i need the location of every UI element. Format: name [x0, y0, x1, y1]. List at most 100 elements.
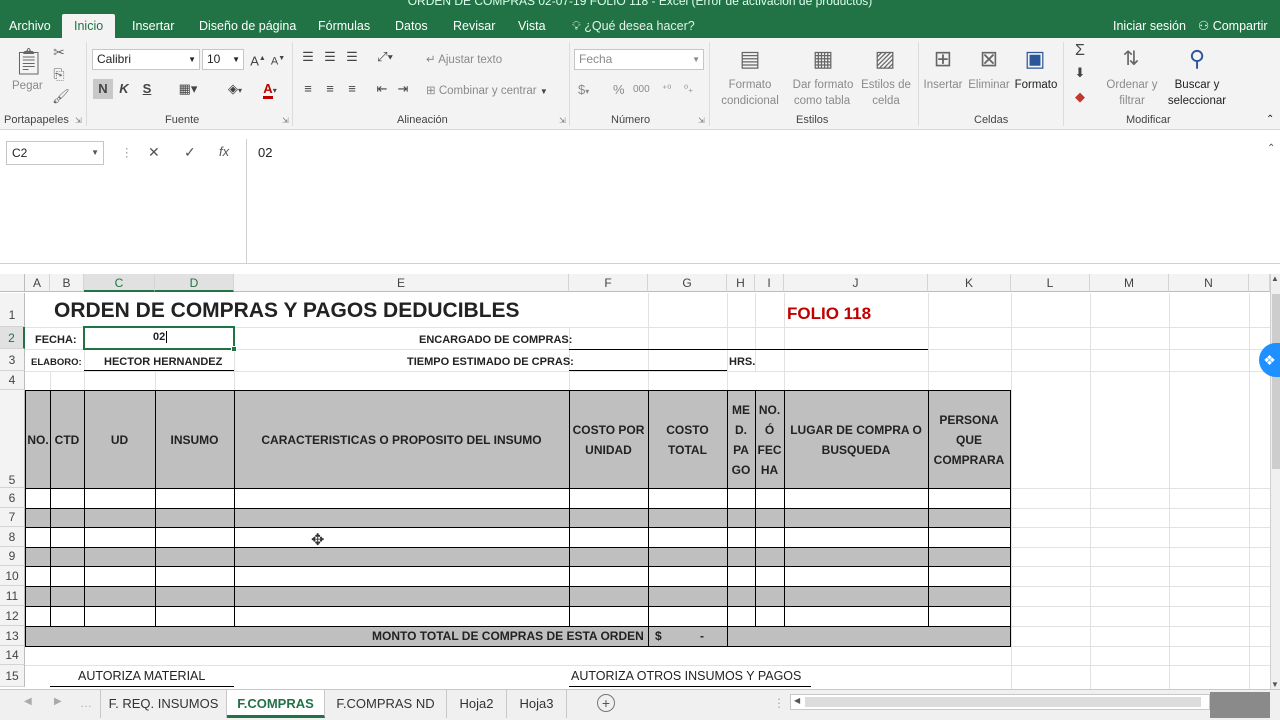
- grow-font-icon[interactable]: A▲: [248, 49, 268, 69]
- row-header[interactable]: 1: [0, 293, 25, 327]
- format-table-label-1[interactable]: Dar formato: [790, 79, 856, 91]
- column-header[interactable]: K: [928, 274, 1011, 292]
- conditional-format-label-1[interactable]: Formato: [726, 79, 774, 91]
- collapse-ribbon-icon[interactable]: ⌃: [1266, 114, 1274, 125]
- decrease-indent-icon[interactable]: ⇤: [372, 79, 392, 99]
- row-header[interactable]: 2: [0, 327, 25, 349]
- align-bottom-icon[interactable]: ☰: [342, 47, 362, 67]
- percent-button[interactable]: %: [613, 82, 625, 97]
- column-header[interactable]: N: [1169, 274, 1249, 292]
- tab-formulas[interactable]: Fórmulas: [318, 14, 370, 38]
- row-header[interactable]: 6: [0, 488, 25, 508]
- insert-cells-icon[interactable]: ⊞: [928, 44, 958, 74]
- row-header[interactable]: 5: [0, 390, 25, 488]
- find-select-label-1[interactable]: Buscar y: [1164, 79, 1230, 91]
- number-format-box[interactable]: Fecha ▼: [574, 49, 704, 70]
- align-right-icon[interactable]: ≡: [342, 79, 362, 99]
- sort-filter-label-2[interactable]: filtrar: [1102, 95, 1162, 107]
- clipboard-icon[interactable]: 📋︎: [12, 46, 45, 76]
- font-color-icon[interactable]: A▾: [255, 79, 285, 99]
- clear-eraser-icon[interactable]: ◆: [1070, 87, 1090, 107]
- row-header[interactable]: 12: [0, 606, 25, 626]
- sheet-tab[interactable]: Hoja3: [507, 690, 567, 718]
- sign-in-link[interactable]: Iniciar sesión: [1113, 14, 1186, 38]
- fill-handle[interactable]: [231, 346, 237, 352]
- delete-cells-label[interactable]: Eliminar: [966, 79, 1012, 91]
- format-table-icon[interactable]: ▦: [808, 44, 838, 74]
- copy-icon[interactable]: ⎘: [52, 66, 66, 82]
- column-header[interactable]: B: [50, 274, 84, 292]
- format-cells-label[interactable]: Formato: [1014, 79, 1058, 91]
- font-launcher-icon[interactable]: ⇲: [282, 116, 289, 125]
- conditional-format-icon[interactable]: ▤: [735, 44, 765, 74]
- tab-insertar[interactable]: Insertar: [132, 14, 174, 38]
- column-header[interactable]: G: [648, 274, 727, 292]
- sheet-tab-active[interactable]: F.COMPRAS: [227, 690, 325, 718]
- wrap-text-button[interactable]: ↵ Ajustar texto: [426, 52, 502, 66]
- increase-indent-icon[interactable]: ⇥: [393, 79, 413, 99]
- number-launcher-icon[interactable]: ⇲: [698, 116, 705, 125]
- active-cell-c2[interactable]: 02: [83, 326, 237, 352]
- tab-revisar[interactable]: Revisar: [453, 14, 495, 38]
- underline-button[interactable]: S: [137, 79, 157, 99]
- name-box[interactable]: C2 ▼: [6, 141, 104, 165]
- horizontal-scrollbar[interactable]: ◀: [790, 694, 1210, 710]
- row-header[interactable]: 7: [0, 508, 25, 527]
- cell-styles-icon[interactable]: ▨: [870, 44, 900, 74]
- find-select-label-2[interactable]: seleccionar: [1162, 95, 1232, 107]
- column-header[interactable]: A: [25, 274, 50, 292]
- scroll-tabs-right-icon[interactable]: ▶: [54, 696, 62, 707]
- sort-filter-label-1[interactable]: Ordenar y: [1102, 79, 1162, 91]
- row-header[interactable]: 3: [0, 349, 25, 371]
- collapse-formula-icon[interactable]: ⌃: [1267, 143, 1275, 154]
- fill-down-icon[interactable]: ⬇: [1070, 63, 1090, 83]
- column-header[interactable]: C: [84, 274, 155, 292]
- tab-vista[interactable]: Vista: [518, 14, 546, 38]
- fill-color-icon[interactable]: ◈▾: [223, 79, 247, 99]
- column-header[interactable]: D: [155, 274, 234, 292]
- column-header[interactable]: J: [784, 274, 928, 292]
- thousands-button[interactable]: 000: [633, 84, 650, 95]
- tab-splitter-icon[interactable]: ⋮: [773, 696, 785, 710]
- formula-input[interactable]: 02: [258, 145, 272, 160]
- enter-icon[interactable]: ✓: [184, 144, 196, 161]
- cell-styles-label-2[interactable]: celda: [858, 95, 914, 107]
- scroll-down-icon[interactable]: ▼: [1271, 680, 1279, 689]
- row-header[interactable]: 13: [0, 626, 25, 646]
- worksheet-grid[interactable]: A B C D E F G H I J K L M N 1 2 3 4 5 6 …: [0, 274, 1270, 689]
- sort-filter-icon[interactable]: ⇅: [1116, 44, 1146, 74]
- select-all-corner[interactable]: [0, 274, 25, 292]
- column-header[interactable]: E: [234, 274, 569, 292]
- format-cells-icon[interactable]: ▣: [1020, 44, 1050, 74]
- cell-styles-label-1[interactable]: Estilos de: [858, 79, 914, 91]
- share-button[interactable]: ⚇ Compartir: [1198, 14, 1268, 38]
- sheet-tab[interactable]: F. REQ. INSUMOS: [100, 690, 227, 718]
- tell-me-box[interactable]: 💡︎ ¿Qué desea hacer?: [572, 14, 695, 38]
- format-table-label-2[interactable]: como tabla: [787, 95, 857, 107]
- insert-cells-label[interactable]: Insertar: [922, 79, 964, 91]
- currency-button[interactable]: $▾: [578, 82, 589, 97]
- align-top-icon[interactable]: ☰: [298, 47, 318, 67]
- more-tabs-icon[interactable]: …: [80, 696, 92, 710]
- tab-inicio[interactable]: Inicio: [62, 14, 116, 38]
- merge-center-button[interactable]: ⊞ Combinar y centrar ▼: [426, 83, 548, 97]
- row-header[interactable]: 15: [0, 665, 25, 687]
- vertical-scrollbar[interactable]: ▲ ▼: [1270, 274, 1280, 689]
- scroll-up-icon[interactable]: ▲: [1271, 274, 1279, 283]
- column-header[interactable]: F: [569, 274, 648, 292]
- increase-decimal-icon[interactable]: ⁺⁰: [662, 84, 671, 95]
- clipboard-launcher-icon[interactable]: ⇲: [75, 116, 82, 125]
- align-center-icon[interactable]: ≡: [320, 79, 340, 99]
- add-sheet-icon[interactable]: +: [597, 694, 615, 712]
- cancel-icon[interactable]: ✕: [148, 144, 160, 161]
- insert-function-icon[interactable]: fx: [219, 144, 229, 159]
- scissors-icon[interactable]: ✂: [52, 44, 66, 60]
- align-middle-icon[interactable]: ☰: [320, 47, 340, 67]
- column-header[interactable]: I: [755, 274, 784, 292]
- bold-button[interactable]: N: [93, 79, 113, 99]
- horizontal-thumb[interactable]: [805, 697, 1201, 707]
- paste-label[interactable]: Pegar: [12, 80, 43, 92]
- borders-icon[interactable]: ▦▾: [175, 79, 201, 99]
- tab-archivo[interactable]: Archivo: [9, 14, 51, 38]
- column-header[interactable]: L: [1011, 274, 1090, 292]
